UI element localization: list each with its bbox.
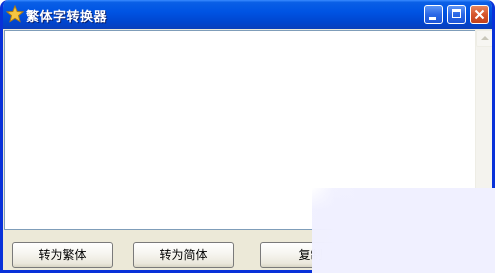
convert-to-traditional-button[interactable]: 转为繁体 xyxy=(12,242,113,268)
close-icon xyxy=(474,9,485,20)
copy-button[interactable]: 复制 xyxy=(260,242,361,268)
arrow-up-icon xyxy=(481,36,489,40)
maximize-icon xyxy=(452,9,461,18)
minimize-button[interactable] xyxy=(424,5,443,24)
scroll-up-button[interactable] xyxy=(476,30,492,47)
title-bar[interactable]: 繁体字转换器 xyxy=(3,0,492,29)
arrow-down-icon xyxy=(481,220,489,224)
convert-to-simplified-button[interactable]: 转为简体 xyxy=(133,242,234,268)
text-editor[interactable] xyxy=(4,30,475,230)
close-button[interactable] xyxy=(470,5,489,24)
app-window: 繁体字转换器 转为繁体 转为简体 复制 xyxy=(0,0,495,273)
minimize-icon xyxy=(429,17,436,20)
maximize-button[interactable] xyxy=(447,5,466,24)
scroll-down-button[interactable] xyxy=(476,213,492,230)
window-title: 繁体字转换器 xyxy=(26,10,108,25)
vertical-scrollbar[interactable] xyxy=(475,30,492,230)
star-icon xyxy=(6,5,24,23)
